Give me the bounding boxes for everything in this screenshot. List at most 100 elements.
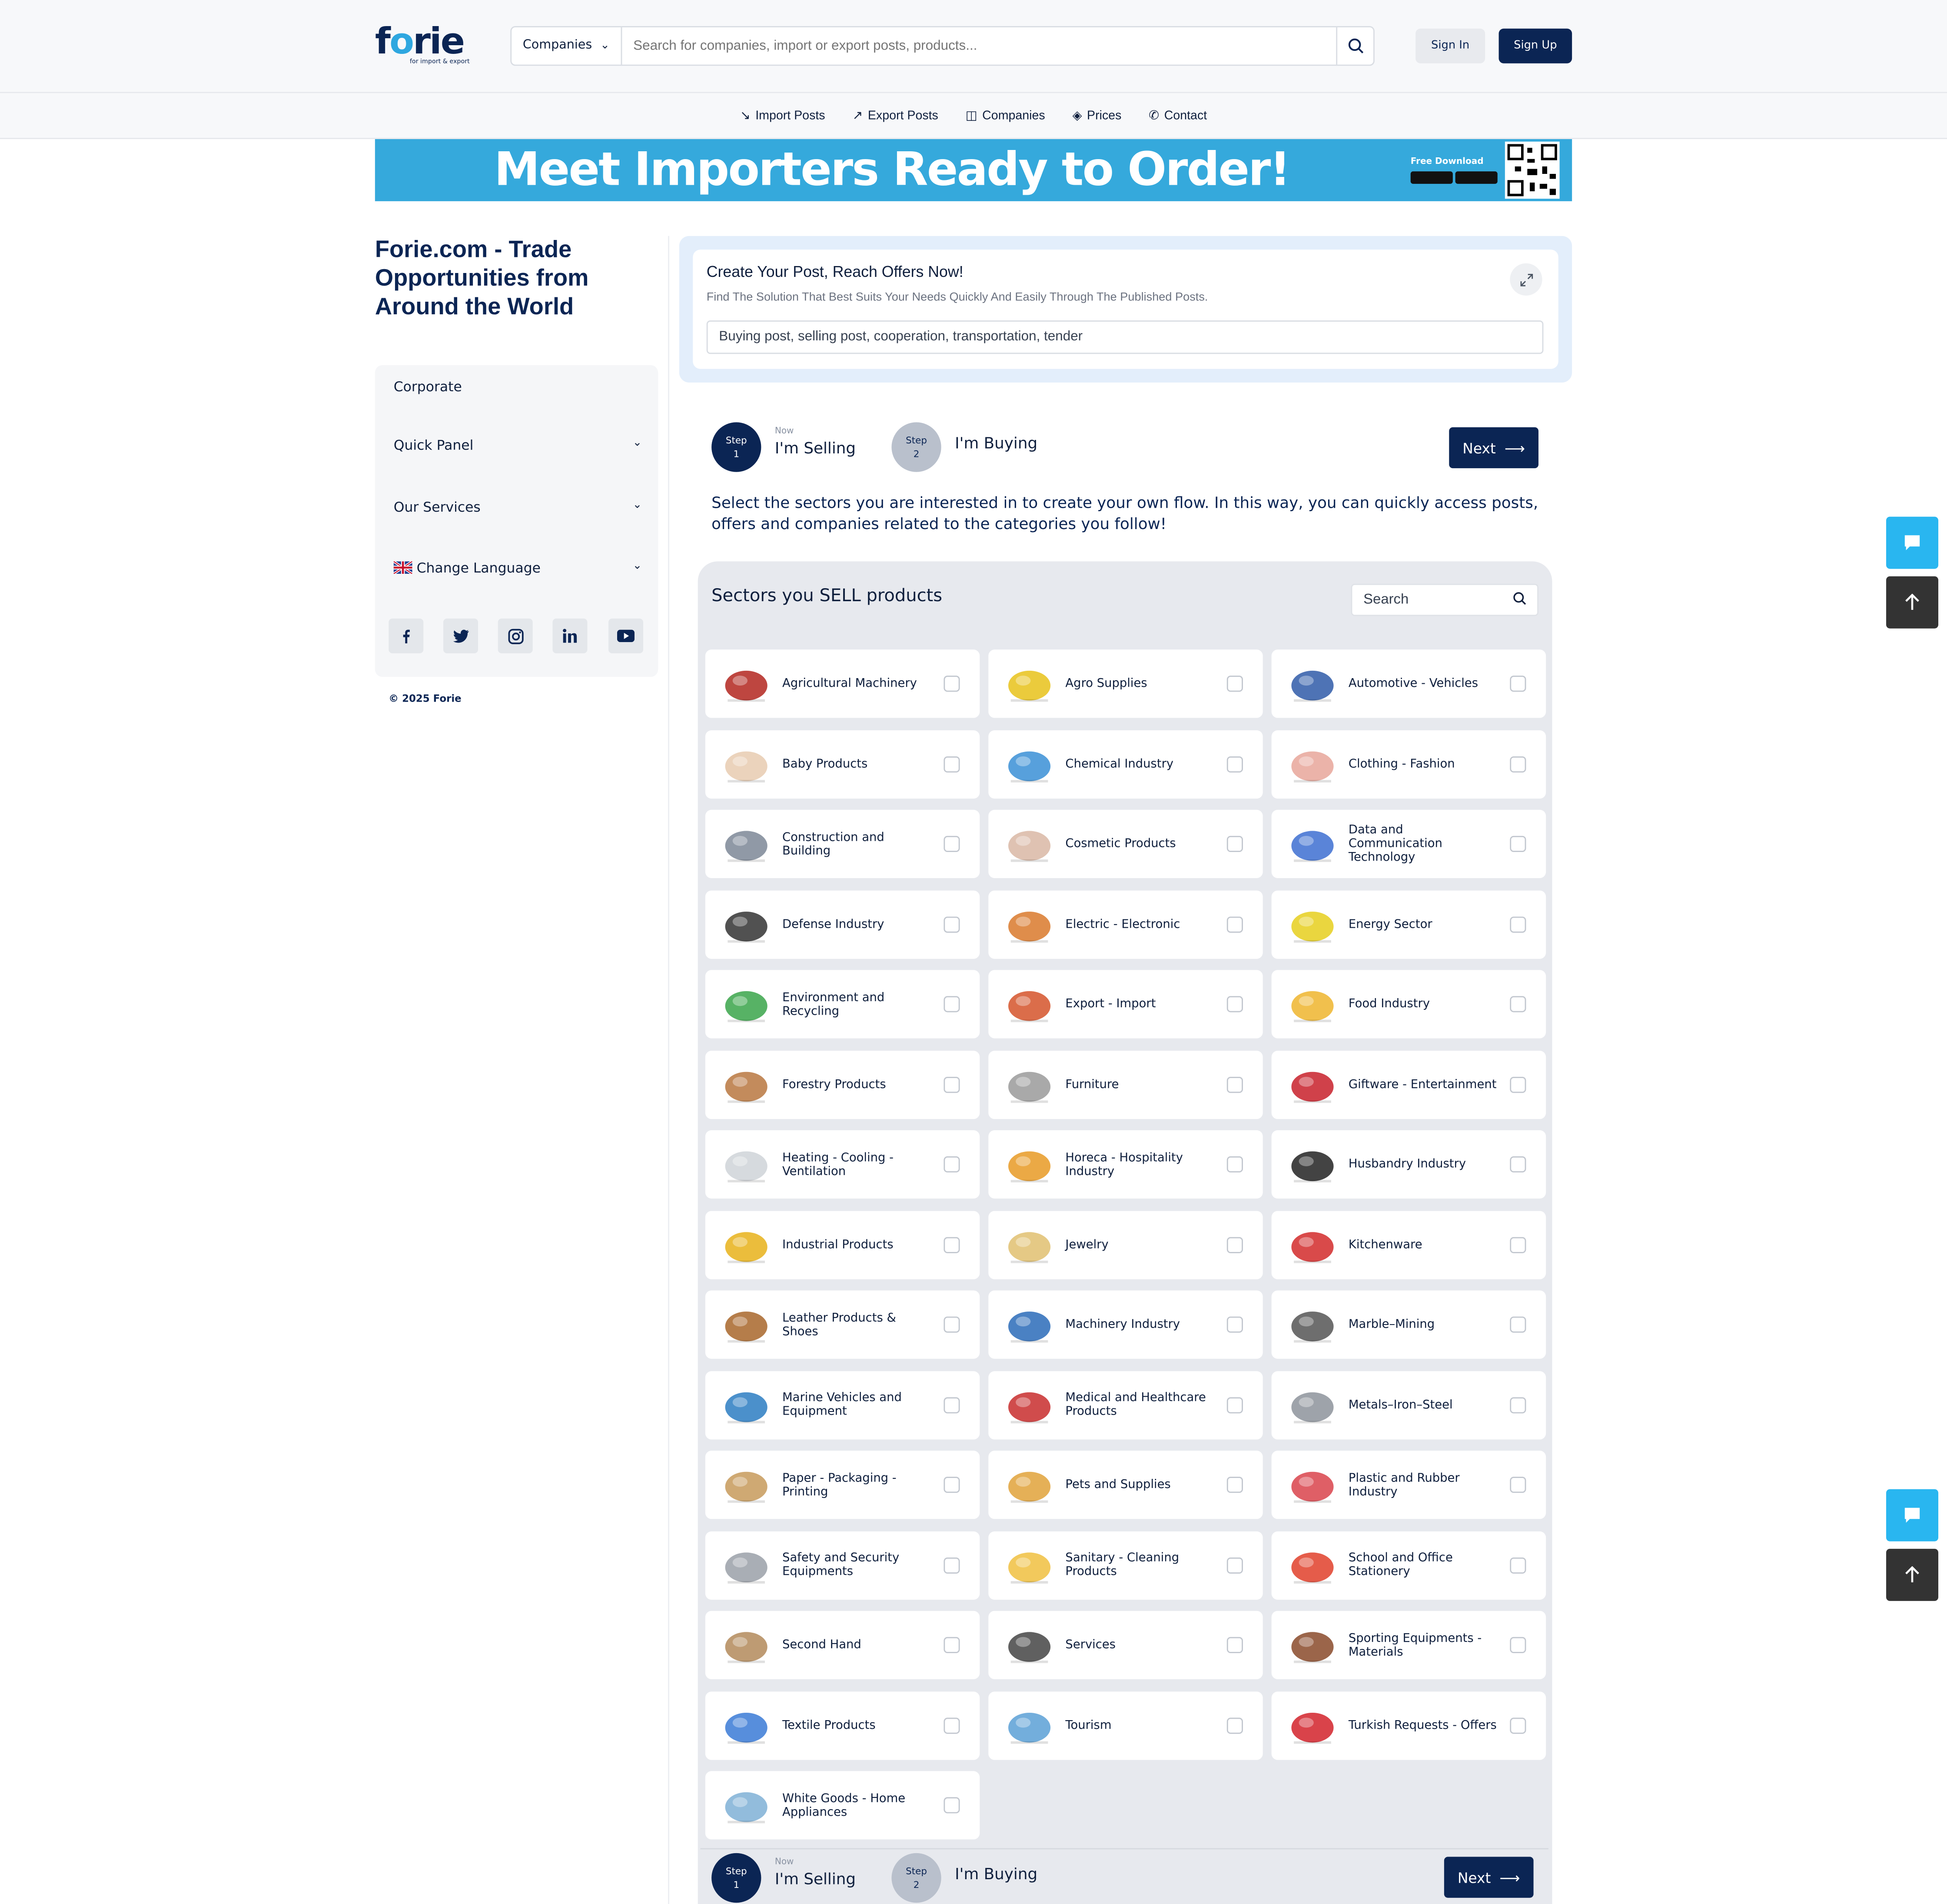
sector-card[interactable]: Machinery Industry — [988, 1290, 1263, 1359]
app-store-badge[interactable] — [1410, 171, 1453, 184]
sector-card[interactable]: Energy Sector — [1271, 890, 1546, 959]
sector-checkbox[interactable] — [1226, 756, 1243, 772]
sector-card[interactable]: Medical and Healthcare Products — [988, 1370, 1263, 1439]
sector-checkbox[interactable] — [1510, 1717, 1526, 1734]
nav-companies[interactable]: ◫ Companies — [966, 109, 1045, 122]
sector-card[interactable]: Leather Products & Shoes — [705, 1290, 980, 1359]
sector-card[interactable]: Plastic and Rubber Industry — [1271, 1451, 1546, 1519]
sidebar-item-our-services[interactable]: Our Services ⌄ — [394, 499, 642, 516]
chat-button[interactable] — [1886, 516, 1938, 569]
search-button[interactable] — [1336, 27, 1373, 65]
search-input[interactable] — [622, 27, 1338, 65]
sector-checkbox[interactable] — [1226, 1557, 1243, 1573]
sector-checkbox[interactable] — [944, 1637, 960, 1653]
sector-card[interactable]: Defense Industry — [705, 890, 980, 959]
facebook-icon[interactable] — [389, 618, 424, 653]
sector-checkbox[interactable] — [944, 1396, 960, 1413]
sign-up-button[interactable]: Sign Up — [1498, 28, 1572, 63]
sidebar-item-corporate[interactable]: Corporate — [394, 379, 642, 395]
sector-checkbox[interactable] — [1226, 676, 1243, 692]
sector-card[interactable]: Kitchenware — [1271, 1210, 1546, 1279]
sector-checkbox[interactable] — [944, 1236, 960, 1253]
sector-card[interactable]: Electric - Electronic — [988, 890, 1263, 959]
sector-checkbox[interactable] — [944, 1316, 960, 1333]
nav-contact[interactable]: ✆ Contact — [1149, 109, 1207, 122]
sector-checkbox[interactable] — [1226, 916, 1243, 932]
chat-button[interactable] — [1886, 1489, 1938, 1541]
sector-card[interactable]: Services — [988, 1611, 1263, 1679]
sector-checkbox[interactable] — [944, 916, 960, 932]
sector-checkbox[interactable] — [1226, 1236, 1243, 1253]
sector-checkbox[interactable] — [1226, 1316, 1243, 1333]
search-category-select[interactable]: Companies ⌄ — [512, 27, 622, 65]
sector-card[interactable]: School and Office Stationery — [1271, 1531, 1546, 1599]
sector-card[interactable]: Agro Supplies — [988, 649, 1263, 718]
sector-checkbox[interactable] — [944, 676, 960, 692]
sector-checkbox[interactable] — [1510, 1236, 1526, 1253]
sector-checkbox[interactable] — [944, 756, 960, 772]
sector-card[interactable]: Chemical Industry — [988, 729, 1263, 798]
sidebar-item-change-language[interactable]: Change Language ⌄ — [393, 560, 642, 576]
sign-in-button[interactable]: Sign In — [1415, 28, 1485, 63]
sector-checkbox[interactable] — [1226, 996, 1243, 1012]
sector-checkbox[interactable] — [1510, 996, 1526, 1012]
sector-card[interactable]: Export - Import — [988, 970, 1263, 1039]
sector-checkbox[interactable] — [1510, 1637, 1526, 1653]
sector-card[interactable]: Baby Products — [705, 729, 980, 798]
sector-card[interactable]: Forestry Products — [705, 1050, 980, 1118]
sector-checkbox[interactable] — [1510, 835, 1526, 852]
sector-checkbox[interactable] — [944, 1557, 960, 1573]
sector-card[interactable]: Second Hand — [705, 1611, 980, 1679]
sector-checkbox[interactable] — [1510, 1477, 1526, 1493]
sector-card[interactable]: Giftware - Entertainment — [1271, 1050, 1546, 1118]
sidebar-item-quick-panel[interactable]: Quick Panel ⌄ — [394, 437, 642, 453]
sector-checkbox[interactable] — [1510, 916, 1526, 932]
step-1-circle[interactable]: Step 1 — [711, 1853, 761, 1903]
promo-banner[interactable]: Meet Importers Ready to Order! Free Down… — [375, 139, 1572, 201]
sector-checkbox[interactable] — [1226, 1076, 1243, 1092]
sector-checkbox[interactable] — [1510, 1076, 1526, 1092]
twitter-icon[interactable] — [443, 618, 478, 653]
sector-card[interactable]: Horeca - Hospitality Industry — [988, 1130, 1263, 1199]
sector-card[interactable]: White Goods - Home Appliances — [705, 1771, 980, 1840]
sector-checkbox[interactable] — [944, 1076, 960, 1092]
sector-card[interactable]: Pets and Supplies — [988, 1451, 1263, 1519]
sector-card[interactable]: Clothing - Fashion — [1271, 729, 1546, 798]
sector-checkbox[interactable] — [1226, 1637, 1243, 1653]
sector-checkbox[interactable] — [1510, 1156, 1526, 1173]
sector-card[interactable]: Food Industry — [1271, 970, 1546, 1039]
sector-card[interactable]: Marine Vehicles and Equipment — [705, 1370, 980, 1439]
step-1-circle[interactable]: Step 1 — [711, 422, 761, 472]
sector-card[interactable]: Husbandry Industry — [1271, 1130, 1546, 1199]
sector-card[interactable]: Industrial Products — [705, 1210, 980, 1279]
sector-card[interactable]: Construction and Building — [705, 809, 980, 878]
post-input[interactable]: Buying post, selling post, cooperation, … — [706, 320, 1544, 354]
step-2-circle[interactable]: Step 2 — [891, 1853, 941, 1903]
forie-logo[interactable]: forie for import & export — [375, 22, 475, 72]
sector-card[interactable]: Agricultural Machinery — [705, 649, 980, 718]
sector-checkbox[interactable] — [1510, 1316, 1526, 1333]
sector-checkbox[interactable] — [944, 996, 960, 1012]
expand-button[interactable] — [1510, 263, 1542, 296]
scroll-top-button[interactable] — [1886, 576, 1938, 629]
next-button-bottom[interactable]: Next ⟶ — [1444, 1857, 1534, 1898]
sector-checkbox[interactable] — [1226, 835, 1243, 852]
sector-card[interactable]: Metals–Iron–Steel — [1271, 1370, 1546, 1439]
sector-checkbox[interactable] — [944, 1797, 960, 1814]
sector-search-input[interactable]: Search — [1351, 583, 1538, 616]
sector-card[interactable]: Heating - Cooling - Ventilation — [705, 1130, 980, 1199]
sector-checkbox[interactable] — [944, 835, 960, 852]
sector-card[interactable]: Textile Products — [705, 1691, 980, 1760]
instagram-icon[interactable] — [498, 618, 533, 653]
nav-prices[interactable]: ◈ Prices — [1073, 109, 1122, 122]
sector-checkbox[interactable] — [1510, 756, 1526, 772]
sector-card[interactable]: Sanitary - Cleaning Products — [988, 1531, 1263, 1599]
sector-checkbox[interactable] — [1226, 1396, 1243, 1413]
sector-checkbox[interactable] — [1510, 1557, 1526, 1573]
sector-card[interactable]: Tourism — [988, 1691, 1263, 1760]
linkedin-icon[interactable] — [552, 618, 588, 653]
sector-card[interactable]: Jewelry — [988, 1210, 1263, 1279]
sector-card[interactable]: Turkish Requests - Offers — [1271, 1691, 1546, 1760]
sector-card[interactable]: Marble–Mining — [1271, 1290, 1546, 1359]
sector-card[interactable]: Data and Communication Technology — [1271, 809, 1546, 878]
